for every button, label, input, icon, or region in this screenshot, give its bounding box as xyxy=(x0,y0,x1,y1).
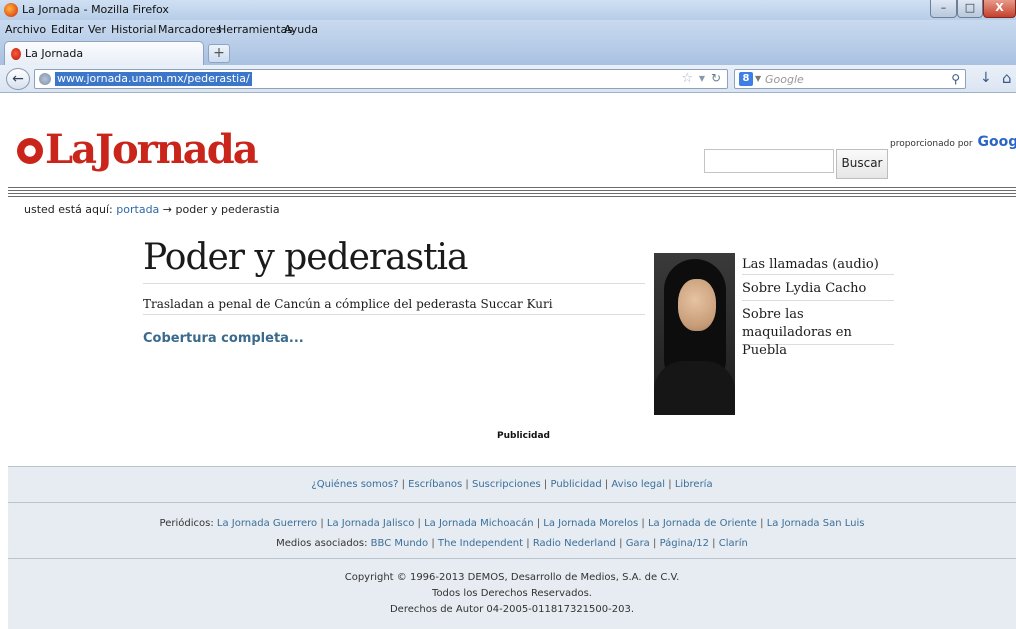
related-links-list: Las llamadas (audio) Sobre Lydia Cacho S… xyxy=(742,253,894,358)
search-magnifier-icon[interactable]: ⚲ xyxy=(951,72,960,86)
logo-mark-icon xyxy=(17,138,43,164)
cobertura-completa-link[interactable]: Cobertura completa... xyxy=(143,331,304,346)
url-bar[interactable]: www.jornada.unam.mx/pederastia/ ☆ ▼ ↻ xyxy=(34,69,728,89)
medio-pagina12[interactable]: Página/12 xyxy=(660,538,709,549)
breadcrumb: usted está aquí: portada → poder y peder… xyxy=(24,203,280,216)
page-title: Poder y pederastia xyxy=(143,237,469,278)
footer-copyright: Copyright © 1996-2013 DEMOS, Desarrollo … xyxy=(8,558,1016,629)
tab-la-jornada[interactable]: La Jornada xyxy=(4,41,204,65)
menu-herramientas[interactable]: Herramientas xyxy=(218,23,293,36)
periodico-morelos[interactable]: La Jornada Morelos xyxy=(543,518,638,529)
attribution-label: proporcionado por xyxy=(890,139,973,149)
back-button[interactable]: ← xyxy=(6,68,30,90)
photo-face xyxy=(678,279,716,331)
side-link-llamadas[interactable]: Las llamadas (audio) xyxy=(742,253,894,275)
footer-partners: Periódicos: La Jornada Guerrero | La Jor… xyxy=(8,502,1016,558)
site-identity-icon[interactable] xyxy=(39,73,51,85)
google-logo-text: Google xyxy=(977,134,1016,150)
home-icon[interactable]: ⌂ xyxy=(1002,69,1012,87)
buscar-button[interactable]: Buscar xyxy=(836,149,888,179)
title-underline xyxy=(143,283,645,284)
medios-row: Medios asociados: BBC Mundo | The Indepe… xyxy=(276,538,748,549)
google-search-attribution: proporcionado por Google xyxy=(890,134,1016,150)
breadcrumb-arrow-icon: → xyxy=(162,203,173,216)
medio-gara[interactable]: Gara xyxy=(626,538,650,549)
headline-link[interactable]: Trasladan a penal de Cancún a cómplice d… xyxy=(143,297,553,311)
menubar: Archivo Editar Ver Historial Marcadores … xyxy=(0,20,1016,39)
footer-link-publicidad[interactable]: Publicidad xyxy=(550,479,601,490)
breadcrumb-current: poder y pederastia xyxy=(175,203,280,216)
window-title: La Jornada - Mozilla Firefox xyxy=(22,3,169,16)
menu-historial[interactable]: Historial xyxy=(111,23,156,36)
medio-the-independent[interactable]: The Independent xyxy=(438,538,523,549)
rights-line: Todos los Derechos Reservados. xyxy=(432,588,592,599)
search-engine-icon[interactable]: 8 xyxy=(739,72,753,86)
derechos-line: Derechos de Autor 04-2005-011817321500-2… xyxy=(389,604,635,615)
footer-link-suscripciones[interactable]: Suscripciones xyxy=(472,479,541,490)
footer-link-escribanos[interactable]: Escríbanos xyxy=(408,479,462,490)
medio-clarin[interactable]: Clarín xyxy=(719,538,748,549)
tab-label: La Jornada xyxy=(25,47,84,60)
menu-ver[interactable]: Ver xyxy=(88,23,106,36)
footer-link-quienes-somos[interactable]: ¿Quiénes somos? xyxy=(311,479,398,490)
navigation-toolbar: ← www.jornada.unam.mx/pederastia/ ☆ ▼ ↻ … xyxy=(0,65,1016,93)
menu-archivo[interactable]: Archivo xyxy=(5,23,46,36)
copyright-line: Copyright © 1996-2013 DEMOS, Desarrollo … xyxy=(344,572,680,583)
header-divider-4 xyxy=(8,196,1016,197)
footer-links: ¿Quiénes somos? | Escríbanos | Suscripci… xyxy=(8,466,1016,502)
close-window-button[interactable]: X xyxy=(983,0,1016,18)
tabbar: La Jornada + xyxy=(0,39,1016,65)
header-divider-3 xyxy=(8,193,1016,194)
url-text[interactable]: www.jornada.unam.mx/pederastia/ xyxy=(55,72,252,86)
back-arrow-icon: ← xyxy=(12,71,24,87)
reload-icon[interactable]: ↻ xyxy=(711,71,721,85)
search-placeholder: Google xyxy=(765,73,804,86)
header-divider-2 xyxy=(8,190,1016,191)
medios-label: Medios asociados: xyxy=(276,538,368,549)
window-titlebar: La Jornada - Mozilla Firefox – □ X xyxy=(0,0,1016,20)
periodico-michoacan[interactable]: La Jornada Michoacán xyxy=(424,518,533,529)
periodico-oriente[interactable]: La Jornada de Oriente xyxy=(648,518,757,529)
periodico-jalisco[interactable]: La Jornada Jalisco xyxy=(327,518,414,529)
maximize-button[interactable]: □ xyxy=(957,0,983,18)
bookmark-star-icon[interactable]: ☆ xyxy=(681,71,693,86)
new-tab-button[interactable]: + xyxy=(208,44,230,63)
periodico-guerrero[interactable]: La Jornada Guerrero xyxy=(217,518,317,529)
minimize-button[interactable]: – xyxy=(930,0,957,18)
periodico-san-luis[interactable]: La Jornada San Luis xyxy=(767,518,865,529)
periodicos-row: Periódicos: La Jornada Guerrero | La Jor… xyxy=(159,518,865,529)
firefox-logo-icon xyxy=(4,3,18,17)
publicidad-label: Publicidad xyxy=(497,431,550,441)
downloads-icon[interactable]: ↓ xyxy=(980,70,992,86)
search-bar[interactable]: 8 ▼ Google ⚲ xyxy=(734,69,966,89)
periodicos-label: Periódicos: xyxy=(159,518,214,529)
history-dropdown-icon[interactable]: ▼ xyxy=(699,74,705,83)
site-search-input[interactable] xyxy=(704,149,834,173)
breadcrumb-prefix: usted está aquí: xyxy=(24,203,113,216)
la-jornada-favicon-icon xyxy=(11,48,21,60)
search-engine-dropdown-icon[interactable]: ▼ xyxy=(755,74,761,83)
headline-underline xyxy=(143,314,645,315)
menu-ayuda[interactable]: Ayuda xyxy=(284,23,318,36)
medio-bbc-mundo[interactable]: BBC Mundo xyxy=(371,538,428,549)
logo-text: LaJornada xyxy=(45,126,259,173)
footer-link-aviso-legal[interactable]: Aviso legal xyxy=(611,479,665,490)
medio-radio-nederland[interactable]: Radio Nederland xyxy=(533,538,616,549)
breadcrumb-link-portada[interactable]: portada xyxy=(116,203,159,216)
lydia-cacho-photo[interactable] xyxy=(654,253,735,415)
header-divider-1 xyxy=(8,187,1016,188)
side-link-lydia-cacho[interactable]: Sobre Lydia Cacho xyxy=(742,275,894,301)
photo-body xyxy=(654,361,735,415)
footer-link-libreria[interactable]: Librería xyxy=(675,479,713,490)
menu-marcadores[interactable]: Marcadores xyxy=(158,23,222,36)
menu-editar[interactable]: Editar xyxy=(51,23,84,36)
side-link-maquiladoras[interactable]: Sobre las maquiladoras en Puebla xyxy=(742,301,894,358)
